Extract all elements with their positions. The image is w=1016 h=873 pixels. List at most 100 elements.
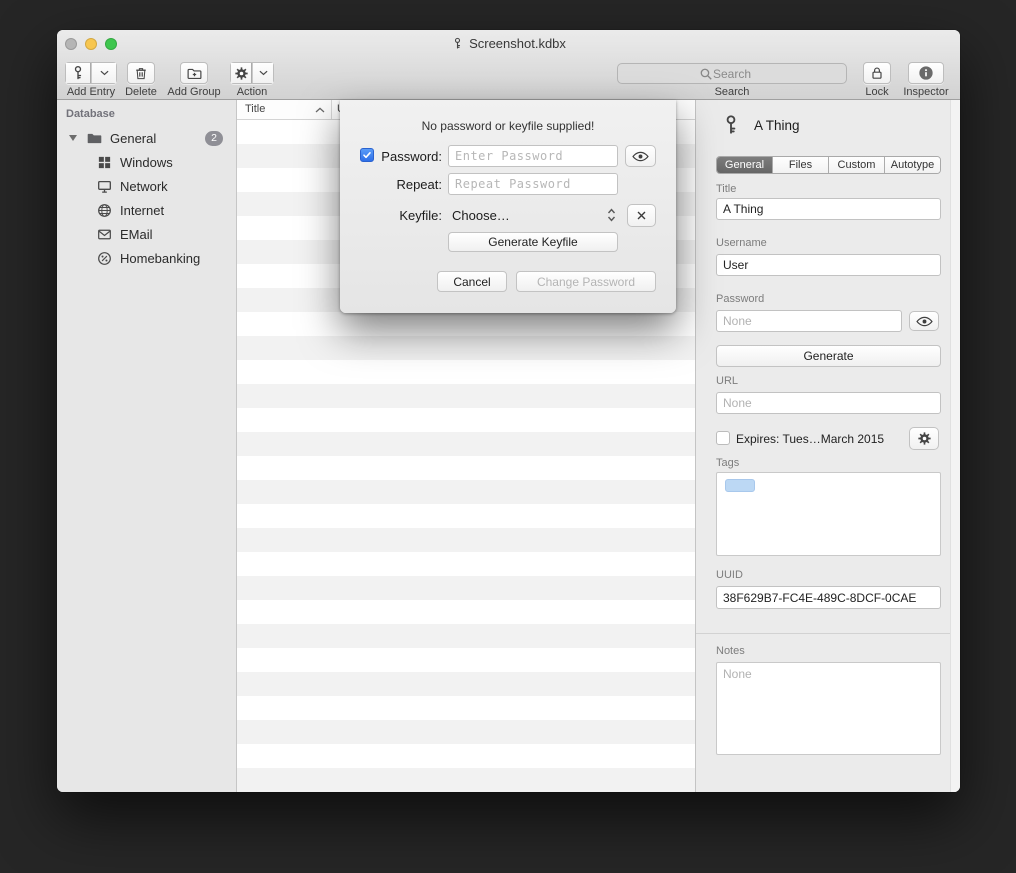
- entry-count-badge: 2: [205, 131, 223, 146]
- tags-label: Tags: [716, 457, 739, 469]
- gear-icon: [917, 431, 932, 446]
- inspector-scrollbar[interactable]: [950, 100, 960, 792]
- keyfile-popup-value: Choose…: [452, 208, 510, 223]
- folder-plus-icon: [186, 65, 203, 82]
- clear-keyfile-button[interactable]: [627, 204, 656, 227]
- delete-button[interactable]: [127, 62, 155, 84]
- sidebar-item-label: EMail: [120, 227, 153, 242]
- window-title: Screenshot.kdbx: [469, 36, 566, 51]
- url-label: URL: [716, 375, 738, 387]
- sidebar-section-header: Database: [66, 108, 115, 120]
- uuid-label: UUID: [716, 569, 743, 581]
- lock-button[interactable]: [863, 62, 891, 84]
- notes-field[interactable]: [716, 662, 941, 755]
- sidebar-item-homebanking[interactable]: Homebanking: [57, 246, 236, 270]
- eye-icon: [916, 316, 933, 327]
- password-field-label: Password:: [376, 149, 442, 164]
- sidebar-item-label: Windows: [120, 155, 173, 170]
- globe-icon: [97, 203, 112, 218]
- sidebar-item-general[interactable]: General 2: [57, 126, 236, 150]
- column-header-title[interactable]: Title: [245, 103, 265, 115]
- search-input[interactable]: [618, 64, 846, 83]
- inspector-button[interactable]: [908, 62, 944, 84]
- action-button[interactable]: [230, 62, 274, 84]
- password-field[interactable]: [716, 310, 902, 332]
- title-field[interactable]: [716, 198, 941, 220]
- mail-icon: [97, 227, 112, 242]
- windows-icon: [97, 155, 112, 170]
- generate-keyfile-button[interactable]: Generate Keyfile: [448, 232, 618, 252]
- search-field[interactable]: [617, 63, 847, 84]
- sidebar-item-label: Network: [120, 179, 168, 194]
- add-entry-button[interactable]: [65, 62, 117, 84]
- cancel-button[interactable]: Cancel: [437, 271, 507, 292]
- sort-ascending-icon: [315, 107, 325, 113]
- keyfile-field-label: Keyfile:: [376, 208, 442, 223]
- delete-label: Delete: [113, 86, 169, 98]
- expires-settings-button[interactable]: [909, 427, 939, 450]
- repeat-password-input[interactable]: [448, 173, 618, 195]
- url-field[interactable]: [716, 392, 941, 414]
- change-password-button[interactable]: Change Password: [516, 271, 656, 292]
- gear-icon: [234, 66, 249, 81]
- trash-icon: [133, 65, 149, 81]
- dialog-message: No password or keyfile supplied!: [340, 119, 676, 133]
- inspector-label: Inspector: [896, 86, 956, 98]
- password-label: Password: [716, 293, 764, 305]
- tag-token[interactable]: [725, 479, 755, 492]
- notes-label: Notes: [716, 645, 745, 657]
- search-label: Search: [617, 86, 847, 98]
- window-header: Screenshot.kdbx Add Entry Delete Add Gro…: [57, 30, 960, 100]
- action-label: Action: [222, 86, 282, 98]
- username-field[interactable]: [716, 254, 941, 276]
- expires-label: Expires: Tues…March 2015: [736, 432, 884, 446]
- section-divider: [696, 633, 960, 634]
- info-icon: [918, 65, 934, 81]
- sidebar-item-email[interactable]: EMail: [57, 222, 236, 246]
- column-divider[interactable]: [331, 100, 332, 119]
- sidebar-item-windows[interactable]: Windows: [57, 150, 236, 174]
- sidebar: Database General 2 Windows Network Inter…: [57, 100, 237, 792]
- inspector-panel: A Thing General Files Custom Autotype Ti…: [695, 100, 960, 792]
- eye-icon: [632, 151, 649, 162]
- sidebar-item-label: General: [110, 131, 156, 146]
- repeat-field-label: Repeat:: [376, 177, 442, 192]
- chevron-down-icon: [259, 70, 268, 76]
- inspector-tabs: General Files Custom Autotype: [716, 156, 941, 174]
- app-window: Screenshot.kdbx Add Entry Delete Add Gro…: [57, 30, 960, 792]
- disclosure-triangle-icon[interactable]: [69, 135, 77, 141]
- generate-password-button[interactable]: Generate: [716, 345, 941, 367]
- password-checkbox[interactable]: [360, 148, 374, 162]
- tab-custom[interactable]: Custom: [829, 157, 885, 173]
- sidebar-item-network[interactable]: Network: [57, 174, 236, 198]
- key-icon: [720, 114, 742, 136]
- reveal-password-button[interactable]: [909, 311, 939, 331]
- sidebar-item-label: Internet: [120, 203, 164, 218]
- check-icon: [362, 150, 372, 160]
- titlebar[interactable]: Screenshot.kdbx: [57, 30, 960, 56]
- desktop-background: Screenshot.kdbx Add Entry Delete Add Gro…: [0, 0, 1016, 873]
- key-icon: [70, 65, 86, 81]
- entry-header: A Thing: [720, 114, 800, 136]
- add-group-label: Add Group: [164, 86, 224, 98]
- document-proxy-icon: [451, 37, 464, 50]
- uuid-field[interactable]: [716, 586, 941, 609]
- homebanking-icon: [97, 251, 112, 266]
- sidebar-item-internet[interactable]: Internet: [57, 198, 236, 222]
- tab-general[interactable]: General: [717, 157, 773, 173]
- change-password-sheet: No password or keyfile supplied! Passwor…: [340, 100, 676, 313]
- entry-title: A Thing: [754, 118, 800, 133]
- add-entry-label: Add Entry: [65, 86, 117, 98]
- reveal-password-button[interactable]: [625, 145, 656, 167]
- sidebar-item-label: Homebanking: [120, 251, 200, 266]
- tab-autotype[interactable]: Autotype: [885, 157, 940, 173]
- expires-checkbox[interactable]: [716, 431, 730, 445]
- tags-field[interactable]: [716, 472, 941, 556]
- add-group-button[interactable]: [180, 62, 208, 84]
- password-input[interactable]: [448, 145, 618, 167]
- x-icon: [636, 210, 647, 221]
- folder-icon: [86, 130, 103, 147]
- updown-stepper-icon: [607, 207, 616, 223]
- tab-files[interactable]: Files: [773, 157, 829, 173]
- keyfile-popup[interactable]: Choose…: [448, 204, 620, 226]
